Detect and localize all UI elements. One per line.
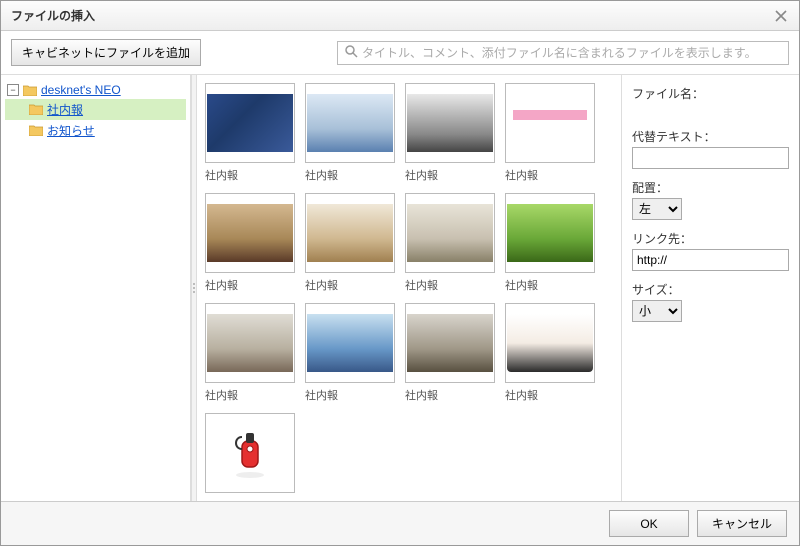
- thumbnail-caption: 社内報: [405, 167, 495, 183]
- thumbnail-cell[interactable]: 社内報: [305, 83, 395, 183]
- thumbnail-image: [205, 413, 295, 493]
- link-input[interactable]: [632, 249, 789, 271]
- thumbnail-cell[interactable]: 社内報: [505, 193, 595, 293]
- thumbnail-caption: 社内報: [305, 387, 395, 403]
- thumbnail-cell[interactable]: 社内報: [505, 83, 595, 183]
- close-icon[interactable]: [773, 8, 789, 24]
- thumbnail-caption: 社内報: [205, 277, 295, 293]
- thumbnail-cell[interactable]: 社内報: [305, 303, 395, 403]
- titlebar: ファイルの挿入: [1, 1, 799, 31]
- thumbnail-cell[interactable]: 社内報: [205, 193, 295, 293]
- thumbnail-image: [205, 193, 295, 273]
- folder-icon: [29, 104, 43, 115]
- tree-root[interactable]: − desknet's NEO: [5, 81, 186, 99]
- thumbnail-image: [405, 303, 495, 383]
- link-label: リンク先：: [632, 230, 789, 247]
- thumbnail-cell[interactable]: 社内報: [505, 303, 595, 403]
- thumbnail-image: [305, 83, 395, 163]
- thumbnail-image: [505, 83, 595, 163]
- gallery-wrap: 社内報社内報社内報社内報社内報社内報社内報社内報社内報社内報社内報社内報 全13…: [197, 75, 621, 501]
- thumbnail-cell[interactable]: 社内報: [305, 193, 395, 293]
- thumbnail-cell[interactable]: 社内報: [405, 83, 495, 183]
- align-select[interactable]: 左: [632, 198, 682, 220]
- search-input[interactable]: [362, 46, 782, 60]
- thumbnail-image: [205, 83, 295, 163]
- alttext-input[interactable]: [632, 147, 789, 169]
- search-icon: [344, 44, 358, 61]
- thumbnail-caption: 社内報: [505, 277, 595, 293]
- thumbnail-caption: 社内報: [405, 387, 495, 403]
- tree-collapse-icon[interactable]: −: [7, 84, 19, 96]
- tree-item-label: 社内報: [47, 101, 83, 118]
- folder-tree: − desknet's NEO 社内報お知らせ: [1, 75, 191, 501]
- splitter-grip-icon: [193, 283, 195, 293]
- thumbnail-image: [405, 193, 495, 273]
- properties-panel: ファイル名： 代替テキスト： 配置： 左 リンク先：: [621, 75, 799, 501]
- thumbnail-cell[interactable]: 社内報: [205, 303, 295, 403]
- add-file-button[interactable]: キャビネットにファイルを追加: [11, 39, 201, 66]
- filename-value: [632, 104, 789, 118]
- main-area: 社内報社内報社内報社内報社内報社内報社内報社内報社内報社内報社内報社内報 全13…: [197, 75, 799, 501]
- gallery[interactable]: 社内報社内報社内報社内報社内報社内報社内報社内報社内報社内報社内報社内報 全13…: [197, 75, 621, 501]
- cancel-button[interactable]: キャンセル: [697, 510, 787, 537]
- thumbnail-caption: 社内報: [205, 387, 295, 403]
- thumbnail-caption: 社内報: [305, 167, 395, 183]
- thumbnail-caption: 社内報: [405, 277, 495, 293]
- tree-item-label: お知らせ: [47, 122, 95, 139]
- tree-item[interactable]: お知らせ: [5, 120, 186, 141]
- align-label: 配置：: [632, 179, 789, 196]
- thumbnail-image: [505, 303, 595, 383]
- size-label: サイズ：: [632, 281, 789, 298]
- thumbnail-grid: 社内報社内報社内報社内報社内報社内報社内報社内報社内報社内報社内報社内報: [205, 83, 613, 497]
- thumbnail-image: [505, 193, 595, 273]
- folder-icon: [29, 125, 43, 136]
- search-field[interactable]: [337, 41, 789, 65]
- size-select[interactable]: 小: [632, 300, 682, 322]
- file-insert-dialog: ファイルの挿入 キャビネットにファイルを追加 − desknet's NEO 社…: [0, 0, 800, 546]
- dialog-title: ファイルの挿入: [11, 7, 95, 24]
- thumbnail-caption: 社内報: [505, 167, 595, 183]
- footer: OK キャンセル: [1, 501, 799, 545]
- tree-item[interactable]: 社内報: [5, 99, 186, 120]
- thumbnail-cell[interactable]: 社内報: [205, 83, 295, 183]
- tree-root-label: desknet's NEO: [41, 83, 121, 97]
- dialog-body: − desknet's NEO 社内報お知らせ 社内報社内報社内報社内報社内報社…: [1, 74, 799, 501]
- thumbnail-image: [305, 303, 395, 383]
- thumbnail-cell[interactable]: 社内報: [405, 303, 495, 403]
- thumbnail-cell[interactable]: [205, 413, 295, 497]
- thumbnail-caption: 社内報: [205, 167, 295, 183]
- thumbnail-caption: 社内報: [305, 277, 395, 293]
- thumbnail-caption: 社内報: [505, 387, 595, 403]
- folder-icon: [23, 85, 37, 96]
- thumbnail-image: [405, 83, 495, 163]
- thumbnail-image: [205, 303, 295, 383]
- thumbnail-image: [305, 193, 395, 273]
- ok-button[interactable]: OK: [609, 510, 689, 537]
- toolbar: キャビネットにファイルを追加: [1, 31, 799, 74]
- thumbnail-cell[interactable]: 社内報: [405, 193, 495, 293]
- filename-label: ファイル名：: [632, 85, 789, 102]
- alttext-label: 代替テキスト：: [632, 128, 789, 145]
